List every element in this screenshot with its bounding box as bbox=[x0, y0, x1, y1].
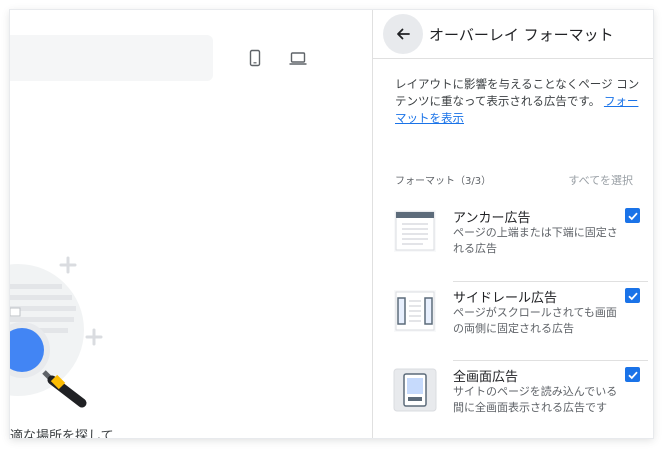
window-frame: 適な場所を探して オーバーレイ フォーマット レイアウトに影響を与えることなくペ… bbox=[10, 10, 653, 438]
format-item-description: ページの上端または下端に固定される広告 bbox=[453, 226, 618, 255]
desktop-device-icon[interactable] bbox=[289, 49, 307, 67]
panel-title: オーバーレイ フォーマット bbox=[429, 26, 614, 44]
anchor-checkbox[interactable] bbox=[625, 208, 640, 223]
overlay-format-panel: オーバーレイ フォーマット レイアウトに影響を与えることなくページ コンテンツに… bbox=[372, 10, 653, 438]
select-all-button[interactable]: すべてを選択 bbox=[568, 172, 633, 188]
anchor-ad-icon bbox=[394, 210, 436, 252]
helper-text: 適な場所を探して bbox=[10, 429, 114, 438]
back-button[interactable] bbox=[383, 14, 423, 54]
divider bbox=[453, 360, 648, 361]
side-rail-ad-icon bbox=[394, 290, 436, 332]
side-rail-checkbox[interactable] bbox=[625, 288, 640, 303]
description-text: レイアウトに影響を与えることなくページ コンテンツに重なって表示される広告です。 bbox=[395, 77, 640, 108]
format-item-side-rail[interactable]: サイドレール広告 ページがスクロールされても画面の両側に固定される広告 bbox=[393, 287, 648, 351]
format-count-label: フォーマット（3/3） bbox=[395, 176, 492, 187]
divider bbox=[453, 281, 648, 282]
format-item-description: ページがスクロールされても画面の両側に固定される広告 bbox=[453, 306, 617, 335]
panel-header: オーバーレイ フォーマット bbox=[373, 10, 653, 59]
vignette-ad-icon bbox=[393, 368, 437, 412]
preview-pane: 適な場所を探して bbox=[10, 10, 372, 438]
format-item-description: サイトのページを読み込んでいる間に全画面表示される広告です bbox=[453, 385, 618, 414]
search-illustration bbox=[10, 256, 103, 408]
panel-description: レイアウトに影響を与えることなくページ コンテンツに重なって表示される広告です。… bbox=[395, 76, 645, 127]
check-icon bbox=[627, 371, 638, 379]
arrow-back-icon bbox=[397, 28, 410, 40]
format-section-header: フォーマット（3/3） すべてを選択 bbox=[395, 172, 633, 187]
format-item-anchor[interactable]: アンカー広告 ページの上端または下端に固定される広告 bbox=[393, 207, 648, 271]
format-item-title: 全画面広告 bbox=[453, 370, 519, 385]
mobile-device-icon[interactable] bbox=[246, 49, 264, 67]
check-icon bbox=[627, 212, 638, 220]
url-input[interactable] bbox=[10, 35, 213, 81]
check-icon bbox=[627, 292, 638, 300]
format-item-vignette[interactable]: 全画面広告 サイトのページを読み込んでいる間に全画面表示される広告です bbox=[393, 366, 648, 438]
format-item-title: サイドレール広告 bbox=[453, 291, 558, 306]
vignette-checkbox[interactable] bbox=[625, 367, 640, 382]
format-item-title: アンカー広告 bbox=[453, 211, 531, 226]
